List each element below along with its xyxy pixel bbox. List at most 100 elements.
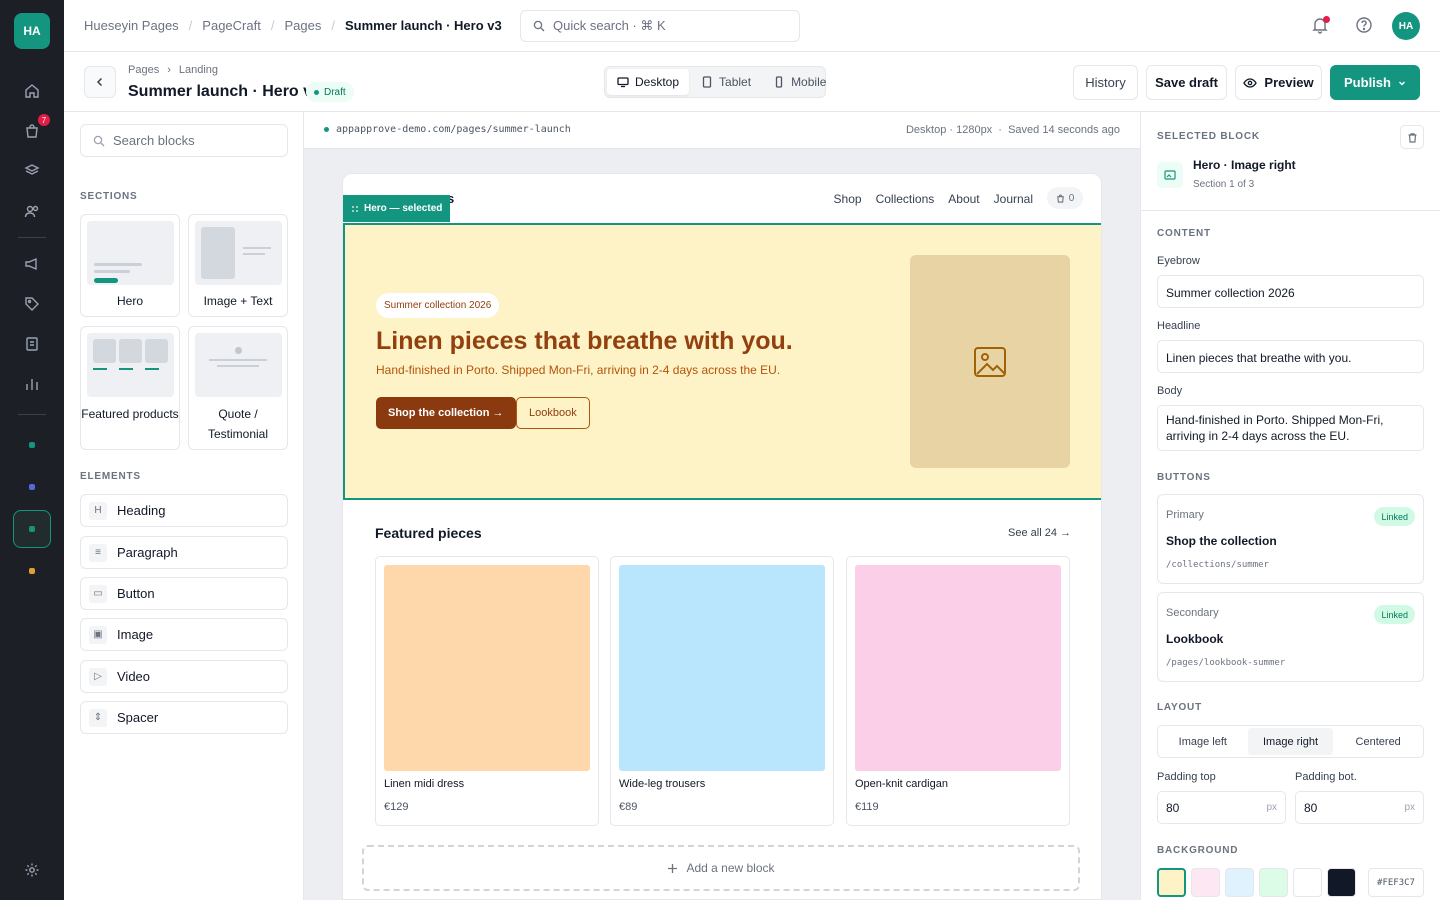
- rail-divider: [18, 237, 46, 238]
- background-heading: BACKGROUND: [1157, 845, 1239, 856]
- crumb-workspace[interactable]: Hueseyin Pages: [84, 18, 179, 33]
- section-tile-quote[interactable]: Quote / Testimonial: [188, 326, 288, 450]
- hero-primary-button[interactable]: Shop the collection →: [376, 397, 516, 429]
- crumb-pages-link[interactable]: Pages: [128, 64, 159, 76]
- quick-search-label: Quick search · ⌘ K: [553, 18, 666, 33]
- element-label: Paragraph: [117, 545, 178, 560]
- block-search-input[interactable]: Search blocks: [80, 124, 288, 157]
- hero-eyebrow[interactable]: Summer collection 2026: [376, 293, 500, 318]
- swatch-cream[interactable]: [1157, 868, 1186, 897]
- element-image[interactable]: ▣ Image: [80, 618, 288, 651]
- hero-image-placeholder[interactable]: [910, 255, 1070, 468]
- hex-color-input[interactable]: #FEF3C7: [1368, 868, 1424, 897]
- element-button[interactable]: ▭ Button: [80, 577, 288, 610]
- crumb-pages[interactable]: Pages: [284, 18, 321, 33]
- phone-icon: [773, 76, 785, 88]
- quick-search-input[interactable]: Quick search · ⌘ K: [520, 10, 800, 42]
- product-card[interactable]: Open-knit cardigan €119: [846, 556, 1070, 826]
- workspace-dot-4[interactable]: [29, 568, 35, 574]
- secondary-button-config[interactable]: Secondary Linked Lookbook /pages/lookboo…: [1157, 592, 1424, 682]
- bar-chart-icon[interactable]: [22, 374, 42, 394]
- product-card[interactable]: Wide-leg trousers €89: [610, 556, 834, 826]
- workspace-dot-1[interactable]: [29, 442, 35, 448]
- product-card[interactable]: Linen midi dress €129: [375, 556, 599, 826]
- preview-button[interactable]: Preview: [1235, 65, 1322, 100]
- crumb-separator: /: [270, 18, 275, 33]
- buttons-heading: BUTTONS: [1157, 472, 1211, 483]
- device-tablet-tab[interactable]: Tablet: [691, 69, 761, 95]
- viewport-info: Desktop · 1280px · Saved 14 seconds ago: [905, 124, 1120, 136]
- secondary-label: Lookbook: [1166, 632, 1224, 646]
- history-button[interactable]: History: [1073, 65, 1138, 100]
- padding-bottom-input[interactable]: 80 px: [1295, 791, 1424, 824]
- bag-icon: [1056, 194, 1065, 203]
- site-nav-shop[interactable]: Shop: [834, 192, 862, 206]
- section-tile-image-text[interactable]: Image + Text: [188, 214, 288, 317]
- selected-block-name: Hero · Image right: [1193, 158, 1296, 172]
- site-nav-about[interactable]: About: [948, 192, 979, 206]
- swatch-mint[interactable]: [1259, 868, 1288, 897]
- users-icon[interactable]: [22, 201, 42, 221]
- help-icon[interactable]: [1355, 16, 1375, 36]
- featured-section[interactable]: Featured pieces See all 24 → Linen midi …: [343, 500, 1101, 899]
- swatch-white[interactable]: [1293, 868, 1322, 897]
- element-video[interactable]: ▷ Video: [80, 660, 288, 693]
- device-switcher: Desktop Tablet Mobile: [604, 66, 826, 98]
- headline-field[interactable]: Linen pieces that breathe with you.: [1157, 340, 1424, 373]
- hero-body[interactable]: Hand-finished in Porto. Shipped Mon-Fri,…: [376, 363, 780, 377]
- hero-secondary-button[interactable]: Lookbook: [516, 397, 590, 429]
- user-avatar[interactable]: HA: [1392, 12, 1420, 40]
- image-text-thumbnail: [195, 221, 282, 285]
- element-paragraph[interactable]: ≡ Paragraph: [80, 536, 288, 569]
- eyebrow-field[interactable]: Summer collection 2026: [1157, 275, 1424, 308]
- preview-label: Preview: [1264, 75, 1314, 90]
- workspace-dot-2[interactable]: [29, 484, 35, 490]
- workspace-logo[interactable]: HA: [14, 13, 50, 49]
- tag-icon[interactable]: [22, 294, 42, 314]
- add-block-button[interactable]: Add a new block: [362, 845, 1080, 891]
- workspace-dot-3[interactable]: [29, 526, 35, 532]
- layout-centered[interactable]: Centered: [1335, 728, 1421, 755]
- section-tile-featured-products[interactable]: Featured products: [80, 326, 180, 450]
- body-field[interactable]: Hand-finished in Porto. Shipped Mon-Fri,…: [1157, 405, 1424, 451]
- site-cart[interactable]: 0: [1047, 187, 1083, 209]
- site-nav-journal[interactable]: Journal: [994, 192, 1033, 206]
- layout-image-right[interactable]: Image right: [1247, 728, 1334, 755]
- publish-button[interactable]: Publish: [1330, 65, 1420, 100]
- settings-gear-icon[interactable]: [22, 860, 42, 880]
- box-icon[interactable]: [22, 161, 42, 181]
- site-nav-collections[interactable]: Collections: [876, 192, 935, 206]
- selected-block-tag[interactable]: Hero — selected: [343, 195, 451, 222]
- save-draft-button[interactable]: Save draft: [1146, 65, 1227, 100]
- hero-section[interactable]: Summer collection 2026 Linen pieces that…: [343, 223, 1101, 500]
- swatch-pink[interactable]: [1191, 868, 1220, 897]
- crumb-separator: /: [188, 18, 193, 33]
- device-desktop-tab[interactable]: Desktop: [607, 69, 690, 95]
- back-button[interactable]: [84, 66, 116, 98]
- home-icon[interactable]: [22, 81, 42, 101]
- hero-headline[interactable]: Linen pieces that breathe with you.: [376, 327, 793, 356]
- see-all-link[interactable]: See all 24 →: [1008, 527, 1071, 539]
- block-type-icon: [1157, 162, 1183, 188]
- padding-top-input[interactable]: 80 px: [1157, 791, 1286, 824]
- crumb-landing-link[interactable]: Landing: [179, 64, 218, 76]
- primary-button-config[interactable]: Primary Linked Shop the collection /coll…: [1157, 494, 1424, 584]
- image-placeholder-icon: [973, 345, 1007, 379]
- element-label: Spacer: [117, 710, 159, 725]
- page-breadcrumb: Pages › Landing: [128, 64, 218, 76]
- megaphone-icon[interactable]: [22, 254, 42, 274]
- layout-image-left[interactable]: Image left: [1160, 728, 1246, 755]
- document-icon[interactable]: [22, 334, 42, 354]
- headline-label: Headline: [1157, 320, 1201, 332]
- element-label: Image: [117, 627, 154, 642]
- swatch-dark[interactable]: [1327, 868, 1356, 897]
- element-spacer[interactable]: ⇕ Spacer: [80, 701, 288, 734]
- delete-block-button[interactable]: [1400, 125, 1424, 149]
- crumb-app[interactable]: PageCraft: [202, 18, 261, 33]
- device-mobile-tab[interactable]: Mobile: [763, 69, 836, 95]
- viewport-size: Desktop · 1280px: [905, 124, 993, 136]
- section-tile-hero[interactable]: Hero: [80, 214, 180, 317]
- element-heading[interactable]: H Heading: [80, 494, 288, 527]
- swatch-sky[interactable]: [1225, 868, 1254, 897]
- section-tile-label: Image + Text: [203, 294, 273, 308]
